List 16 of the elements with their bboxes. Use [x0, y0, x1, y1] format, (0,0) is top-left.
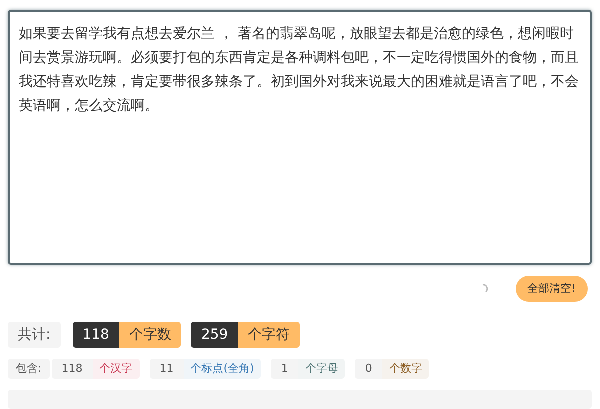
- count-unit: 个汉字: [92, 358, 140, 379]
- count-unit: 个标点(全角): [184, 358, 262, 379]
- text-area[interactable]: 如果要去留学我有点想去爱尔兰 ， 著名的翡翠岛呢，放眼望去都是治愈的绿色，想闲暇时间去赏景游玩啊。必须要打包的东西肯定是各种调料包吧，不一定吃得惯国外的食物，而且我还特喜欢吃辣，肯定要带很多辣条了。初到国外对我来说最大的困难就是语言了吧，不会英语啊，怎么交流啊。: [8, 10, 592, 265]
- count-unit: 个字符: [238, 322, 300, 348]
- count-value: 0: [355, 358, 382, 379]
- clear-all-button[interactable]: 全部清空!: [516, 276, 588, 302]
- count-value: 1: [271, 358, 298, 379]
- count-unit: 个数字: [382, 358, 430, 379]
- count-unit: 个字母: [298, 358, 346, 379]
- contains-label: 包含:: [8, 358, 50, 379]
- count-value: 11: [150, 358, 184, 379]
- count-value: 118: [52, 358, 93, 379]
- count-value: 118: [72, 322, 120, 348]
- total-label: 共计:: [8, 322, 61, 348]
- count-unit: 个字数: [119, 322, 182, 348]
- count-value: 259: [191, 322, 238, 348]
